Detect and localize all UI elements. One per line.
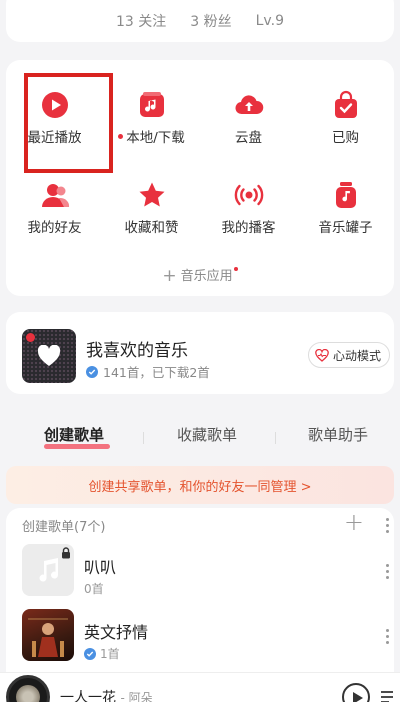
liked-music-subtitle: 141首，已下载2首 — [103, 365, 210, 380]
liked-music-cover — [22, 329, 76, 383]
grid-item-recent-play[interactable]: 最近播放 — [6, 90, 103, 146]
add-playlist-button[interactable]: + — [344, 508, 364, 536]
play-button[interactable] — [342, 683, 370, 702]
play-icon — [353, 692, 363, 702]
now-playing-artist: - 阿朵 — [120, 691, 153, 702]
created-playlists-header: 创建歌单(7个) — [22, 520, 106, 535]
star-icon — [137, 180, 167, 210]
playlist-queue-icon[interactable] — [380, 689, 396, 702]
shared-playlist-banner[interactable]: 创建共享歌单，和你的好友一同管理 > — [6, 466, 394, 504]
user-level[interactable]: Lv.9 — [256, 13, 284, 29]
now-playing-title: 一人一花 — [60, 690, 116, 702]
music-note-icon — [39, 558, 59, 582]
album-art-icon — [28, 618, 68, 657]
more-options-icon[interactable] — [386, 518, 390, 533]
grid-item-label: 最近播放 — [27, 130, 82, 146]
heartbeat-mode-button[interactable]: 心动模式 — [307, 342, 390, 368]
grid-item-purchased[interactable]: 已购 — [297, 90, 394, 146]
grid-item-label: 云盘 — [235, 130, 262, 146]
local-music-icon — [137, 90, 167, 120]
lock-icon — [62, 547, 70, 559]
new-dot — [118, 133, 124, 139]
playlist-count: 0首 — [84, 582, 104, 596]
playlist-count: 1首 — [100, 647, 120, 661]
tab-playlist-assistant[interactable]: 歌单助手 — [308, 424, 368, 445]
playlist-tabs: 创建歌单 收藏歌单 歌单助手 — [0, 424, 400, 454]
profile-stats: 13 关注 3 粉丝 Lv.9 — [6, 0, 394, 42]
new-dot — [233, 267, 238, 271]
tab-divider — [143, 432, 144, 444]
more-options-icon[interactable] — [386, 564, 390, 579]
music-jar-icon — [331, 180, 361, 210]
music-apps-label: 音乐应用 — [180, 269, 233, 284]
grid-item-favorites[interactable]: 收藏和赞 — [103, 180, 200, 236]
grid-item-label: 我的播客 — [221, 220, 276, 236]
liked-music-card[interactable]: 我喜欢的音乐 141首，已下载2首 心动模式 — [6, 312, 394, 394]
heartbeat-mode-label: 心动模式 — [332, 348, 381, 363]
active-tab-indicator — [44, 444, 110, 449]
grid-item-label: 收藏和赞 — [124, 220, 179, 236]
now-playing-disc[interactable] — [6, 675, 50, 702]
cloud-upload-icon — [234, 90, 264, 120]
playlist-title: 英文抒情 — [84, 623, 149, 642]
grid-item-label: 我的好友 — [27, 220, 82, 236]
playlist-cover — [22, 544, 74, 596]
mini-player[interactable]: 一人一花 - 阿朵 — [0, 672, 400, 702]
tab-created-playlists[interactable]: 创建歌单 — [44, 424, 104, 445]
downloaded-check-icon — [84, 647, 96, 660]
purchased-bag-icon — [331, 90, 361, 120]
playlist-cover — [22, 609, 74, 661]
downloaded-check-icon — [86, 365, 98, 378]
grid-item-cloud[interactable]: 云盘 — [200, 90, 297, 146]
grid-item-label: 本地/下载 — [126, 130, 185, 146]
tab-divider — [275, 432, 276, 444]
followers-count[interactable]: 3 粉丝 — [190, 11, 231, 31]
friends-icon — [40, 180, 70, 210]
heart-icon — [37, 345, 61, 366]
music-apps-button[interactable]: + 音乐应用 — [6, 265, 394, 286]
shared-playlist-banner-text: 创建共享歌单，和你的好友一同管理 > — [88, 479, 312, 495]
play-circle-icon — [40, 90, 70, 120]
heartbeat-icon — [315, 348, 329, 362]
grid-item-music-jar[interactable]: 音乐罐子 — [297, 180, 394, 236]
plus-icon: + — [162, 266, 177, 286]
grid-item-friends[interactable]: 我的好友 — [6, 180, 103, 236]
quick-access-grid: 最近播放 本地/下载 云盘 已购 我的好友 收藏和赞 我的播客 音乐罐子 + 音… — [6, 60, 394, 296]
following-count[interactable]: 13 关注 — [116, 11, 166, 31]
grid-item-podcast[interactable]: 我的播客 — [200, 180, 297, 236]
liked-music-title: 我喜欢的音乐 — [86, 341, 188, 361]
grid-item-local-download[interactable]: 本地/下载 — [103, 90, 200, 146]
playlist-title: 叭叭 — [84, 558, 117, 577]
grid-item-label: 音乐罐子 — [318, 220, 373, 236]
more-options-icon[interactable] — [386, 629, 390, 644]
podcast-icon — [234, 180, 264, 210]
grid-item-label: 已购 — [332, 130, 359, 146]
tab-collected-playlists[interactable]: 收藏歌单 — [177, 424, 237, 445]
